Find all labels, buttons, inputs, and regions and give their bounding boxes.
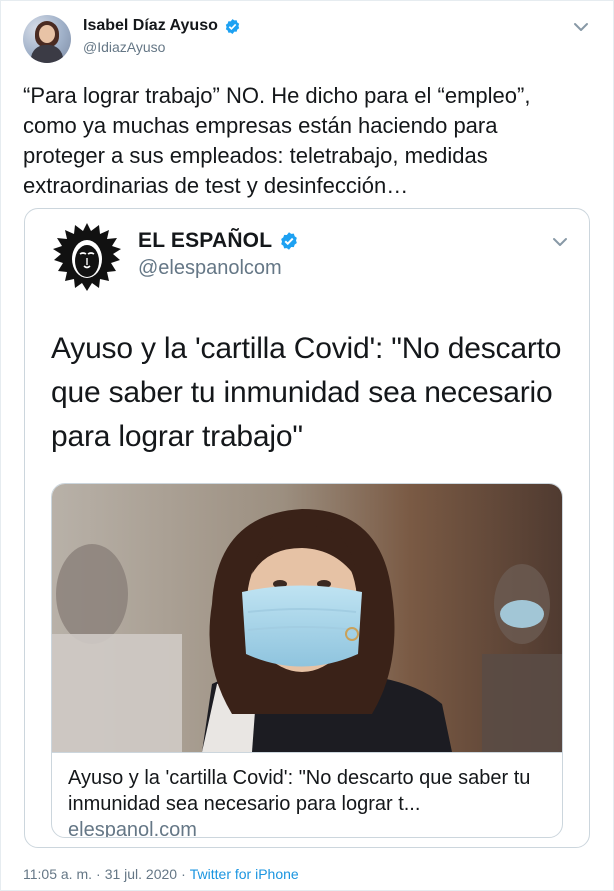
author-name-row[interactable]: Isabel Díaz Ayuso <box>83 16 241 36</box>
quoted-tweet-text: Ayuso y la 'cartilla Covid': "No descart… <box>51 332 562 453</box>
quoted-tweet[interactable]: EL ESPAÑOL @elespanolcom Ayuso y la 'car… <box>24 208 590 848</box>
quoted-author-name-row[interactable]: EL ESPAÑOL <box>138 229 299 253</box>
tweet-time[interactable]: 11:05 a. m. <box>23 866 92 882</box>
verified-badge-icon <box>225 18 240 34</box>
quoted-author-handle[interactable]: @elespanolcom <box>138 257 282 280</box>
link-card[interactable]: Ayuso y la 'cartilla Covid': "No descart… <box>51 483 563 838</box>
chevron-down-icon[interactable] <box>571 17 591 37</box>
quoted-author-display-name[interactable]: EL ESPAÑOL <box>138 229 272 253</box>
verified-badge-icon <box>281 232 298 250</box>
chevron-down-icon[interactable] <box>549 231 571 253</box>
avatar-face <box>39 25 55 43</box>
tweet-date[interactable]: 31 jul. 2020 <box>105 866 177 882</box>
tweet: Isabel Díaz Ayuso @IdiazAyuso “Para logr… <box>0 0 614 891</box>
avatar-body <box>31 45 63 63</box>
tweet-text: “Para lograr trabajo” NO. He dicho para … <box>23 83 531 198</box>
avatar[interactable] <box>23 15 71 63</box>
author-display-name[interactable]: Isabel Díaz Ayuso <box>83 17 218 35</box>
lion-logo-icon <box>53 223 121 291</box>
card-title[interactable]: Ayuso y la 'cartilla Covid': "No descart… <box>68 765 554 817</box>
tweet-meta: 11:05 a. m. · 31 jul. 2020 · Twitter for… <box>23 866 299 882</box>
meta-separator: · <box>96 866 101 882</box>
meta-separator: · <box>181 866 186 882</box>
card-photo <box>52 484 562 752</box>
author-handle[interactable]: @IdiazAyuso <box>83 39 165 55</box>
card-domain[interactable]: elespanol.com <box>68 819 197 837</box>
card-body[interactable]: Ayuso y la 'cartilla Covid': "No descart… <box>52 752 562 837</box>
tweet-source-link[interactable]: Twitter for iPhone <box>190 866 299 882</box>
